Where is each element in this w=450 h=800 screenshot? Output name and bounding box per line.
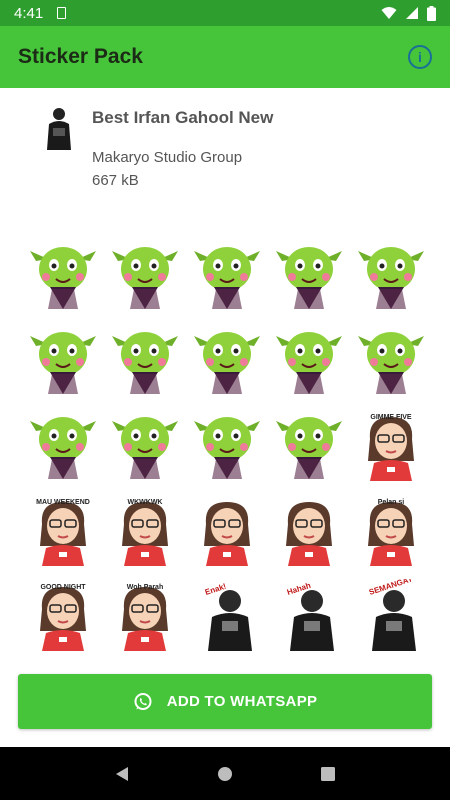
sticker-item[interactable]: Enak!: [186, 572, 268, 657]
status-time: 4:41: [14, 4, 44, 22]
sticker-item[interactable]: GOOD NIGHT: [22, 572, 104, 657]
sticker-item[interactable]: [186, 317, 268, 402]
goblin-sticker-image: [30, 416, 96, 479]
sticker-item[interactable]: [268, 232, 350, 317]
recents-icon[interactable]: [319, 765, 337, 783]
photo-sticker-image: SEMANGAT: [356, 578, 426, 651]
sticker-item[interactable]: [186, 402, 268, 487]
girl-sticker-image: WKWKWK: [122, 499, 168, 566]
pack-header: [0, 88, 450, 206]
goblin-sticker-image: [194, 246, 260, 309]
goblin-sticker-image: [276, 416, 342, 479]
sd-card-icon: [57, 7, 67, 19]
svg-text:Woh Parah: Woh Parah: [127, 584, 163, 591]
sticker-item[interactable]: Hahah: [268, 572, 350, 657]
wifi-icon: [381, 7, 397, 19]
sticker-item[interactable]: [350, 232, 432, 317]
goblin-sticker-image: [276, 331, 342, 394]
girl-sticker-image: [286, 501, 332, 566]
sticker-item[interactable]: [268, 402, 350, 487]
add-to-whatsapp-button[interactable]: ADD TO WHATSAPP: [18, 674, 432, 729]
sticker-item[interactable]: GIMME FIVE: [350, 402, 432, 487]
svg-text:GOOD NIGHT: GOOD NIGHT: [40, 584, 86, 591]
sticker-item[interactable]: [22, 402, 104, 487]
girl-sticker-image: [204, 501, 250, 566]
svg-text:Pelan si: Pelan si: [378, 499, 405, 506]
goblin-sticker-image: [112, 246, 178, 309]
photo-sticker-image: Hahah: [274, 578, 344, 651]
goblin-sticker-image: [194, 331, 260, 394]
sticker-item[interactable]: Woh Parah: [104, 572, 186, 657]
pack-name: Best Irfan Gahool New: [92, 108, 274, 127]
girl-sticker-image: Pelan si: [368, 499, 414, 566]
sticker-item[interactable]: SEMANGAT: [350, 572, 432, 657]
goblin-sticker-image: [194, 416, 260, 479]
tray-icon: [42, 106, 76, 150]
pack-publisher: Makaryo Studio Group: [92, 149, 243, 166]
girl-sticker-image: Woh Parah: [122, 584, 168, 651]
goblin-sticker-image: [358, 246, 424, 309]
sticker-item[interactable]: [268, 317, 350, 402]
battery-icon: [427, 5, 436, 21]
sticker-item[interactable]: [186, 232, 268, 317]
svg-text:GIMME FIVE: GIMME FIVE: [370, 414, 412, 421]
pack-size: 667 kB: [92, 172, 139, 189]
goblin-sticker-image: [276, 246, 342, 309]
sticker-item[interactable]: [104, 232, 186, 317]
sticker-item[interactable]: Pelan si: [350, 487, 432, 572]
sticker-item[interactable]: WKWKWK: [104, 487, 186, 572]
home-icon[interactable]: [216, 765, 234, 783]
status-bar: 4:41: [0, 0, 450, 26]
sticker-item[interactable]: [186, 487, 268, 572]
sticker-item[interactable]: [22, 232, 104, 317]
sticker-item[interactable]: [22, 317, 104, 402]
goblin-sticker-image: [112, 416, 178, 479]
back-icon[interactable]: [113, 765, 131, 783]
girl-sticker-image: MAU WEEKEND: [36, 499, 90, 566]
svg-text:WKWKWK: WKWKWK: [128, 499, 163, 506]
photo-sticker-image: Enak!: [192, 578, 262, 651]
sticker-grid: GIMME FIVE MAU WEEKEND WKWKWK Pelan si G…: [22, 232, 432, 657]
sticker-item[interactable]: [104, 402, 186, 487]
add-to-whatsapp-label: ADD TO WHATSAPP: [166, 693, 318, 710]
sticker-item[interactable]: MAU WEEKEND: [22, 487, 104, 572]
signal-icon: [406, 7, 418, 19]
app-bar: Sticker Pack i: [0, 26, 450, 88]
girl-sticker-image: GOOD NIGHT: [40, 584, 86, 651]
goblin-sticker-image: [112, 331, 178, 394]
svg-text:MAU WEEKEND: MAU WEEKEND: [36, 499, 90, 506]
whatsapp-icon: [134, 692, 152, 710]
goblin-sticker-image: [30, 331, 96, 394]
sticker-item[interactable]: [350, 317, 432, 402]
info-icon[interactable]: i: [408, 45, 432, 69]
girl-sticker-image: GIMME FIVE: [368, 414, 414, 481]
goblin-sticker-image: [30, 246, 96, 309]
navigation-bar: [0, 747, 450, 800]
sticker-item[interactable]: [104, 317, 186, 402]
button-area: ADD TO WHATSAPP: [0, 665, 450, 747]
sticker-item[interactable]: [268, 487, 350, 572]
goblin-sticker-image: [358, 331, 424, 394]
app-bar-title: Sticker Pack: [18, 45, 143, 68]
